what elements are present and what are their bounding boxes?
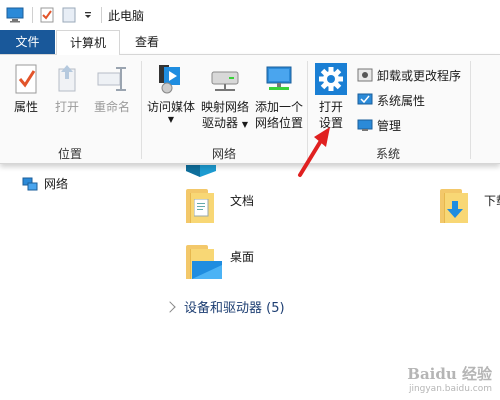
- tab-view[interactable]: 查看: [126, 30, 168, 54]
- properties-icon: [10, 63, 42, 95]
- network-icon: [22, 177, 38, 191]
- navigation-pane: 网络: [0, 165, 160, 400]
- toolbar-divider: [32, 7, 33, 23]
- rename-label: 重命名: [93, 100, 130, 114]
- quick-access-toolbar: [6, 0, 97, 30]
- manage-icon: [357, 118, 373, 132]
- system-properties-label: 系统属性: [377, 93, 426, 108]
- open-button[interactable]: 打开: [50, 63, 84, 115]
- watermark-sub: jingyan.baidu.com: [408, 384, 492, 394]
- system-properties-button[interactable]: 系统属性: [357, 90, 425, 110]
- devices-header-label: 设备和驱动器 (5): [184, 301, 285, 316]
- desktop-label[interactable]: 桌面: [230, 248, 254, 265]
- access-media-button[interactable]: 访问媒体 ▼: [144, 63, 198, 125]
- title-bar: 此电脑: [0, 0, 500, 30]
- open-label: 打开: [54, 100, 79, 114]
- downloads-label[interactable]: 下载: [484, 192, 500, 209]
- red-arrow-icon: [296, 125, 336, 179]
- documents-folder-icon[interactable]: [186, 189, 214, 223]
- uninstall-programs-button[interactable]: 卸载或更改程序: [357, 65, 461, 85]
- system-properties-icon: [357, 93, 373, 107]
- uninstall-label: 卸载或更改程序: [377, 68, 462, 83]
- add-network-location-button[interactable]: 添加一个 网络位置: [252, 63, 306, 131]
- properties-button[interactable]: 属性: [8, 63, 44, 115]
- desktop-folder-icon[interactable]: [186, 245, 224, 279]
- nav-item-network[interactable]: 网络: [22, 175, 68, 192]
- group-divider: [470, 61, 471, 159]
- group-network: 访问媒体 ▼ 映射网络 驱动器 ▼ 添加一个 网络位置 网络: [142, 55, 306, 163]
- devices-and-drives-header[interactable]: 设备和驱动器 (5): [164, 297, 285, 316]
- watermark-main: Baidu 经验: [407, 365, 492, 383]
- partial-item-icon: [186, 165, 216, 177]
- group-location-label: 位置: [57, 147, 82, 161]
- computer-icon[interactable]: [6, 7, 24, 23]
- dropdown-arrow-icon: ▼: [241, 120, 248, 129]
- dropdown-arrow-icon: ▼: [167, 115, 175, 124]
- manage-label: 管理: [377, 118, 402, 133]
- add-location-label-line1: 添加一个: [254, 100, 303, 114]
- new-folder-icon[interactable]: [61, 7, 79, 23]
- open-settings-label-line1: 打开: [318, 100, 343, 114]
- open-settings-button[interactable]: 打开 设置: [312, 63, 350, 131]
- map-drive-label-text: 驱动器: [202, 116, 239, 130]
- ribbon-tabs: 文件 计算机 查看: [0, 30, 500, 55]
- window-title: 此电脑: [108, 8, 145, 23]
- tab-computer[interactable]: 计算机: [56, 30, 120, 55]
- open-icon: [51, 63, 83, 95]
- documents-label[interactable]: 文档: [230, 192, 254, 209]
- properties-label: 属性: [13, 100, 38, 114]
- map-network-drive-button[interactable]: 映射网络 驱动器 ▼: [198, 63, 252, 133]
- tab-file[interactable]: 文件: [0, 30, 55, 54]
- downloads-folder-icon[interactable]: [440, 189, 468, 223]
- map-drive-label-line1: 映射网络: [200, 100, 249, 114]
- group-network-label: 网络: [211, 147, 236, 161]
- nav-network-label: 网络: [44, 177, 69, 191]
- rename-button[interactable]: 重命名: [90, 63, 134, 115]
- baidu-watermark: Baidu 经验 jingyan.baidu.com: [407, 363, 492, 394]
- media-icon: [155, 63, 187, 95]
- network-drive-icon: [209, 63, 241, 95]
- group-location: 属性 打开 重命名 位置: [0, 55, 140, 163]
- chevron-right-icon: [164, 300, 176, 313]
- map-drive-label-line2: 驱动器 ▼: [198, 115, 252, 133]
- access-media-label: 访问媒体: [146, 100, 195, 114]
- settings-gear-icon: [315, 63, 347, 95]
- manage-button[interactable]: 管理: [357, 115, 401, 135]
- uninstall-icon: [357, 68, 373, 82]
- customize-dropdown-icon[interactable]: [83, 7, 93, 23]
- network-location-icon: [263, 63, 295, 95]
- properties-check-icon[interactable]: [39, 7, 57, 23]
- rename-icon: [96, 63, 128, 95]
- title-divider: [101, 7, 102, 23]
- ribbon: 属性 打开 重命名 位置 访问媒体 ▼ 映射网络 驱动器 ▼ 添加一个 网络位置…: [0, 54, 500, 164]
